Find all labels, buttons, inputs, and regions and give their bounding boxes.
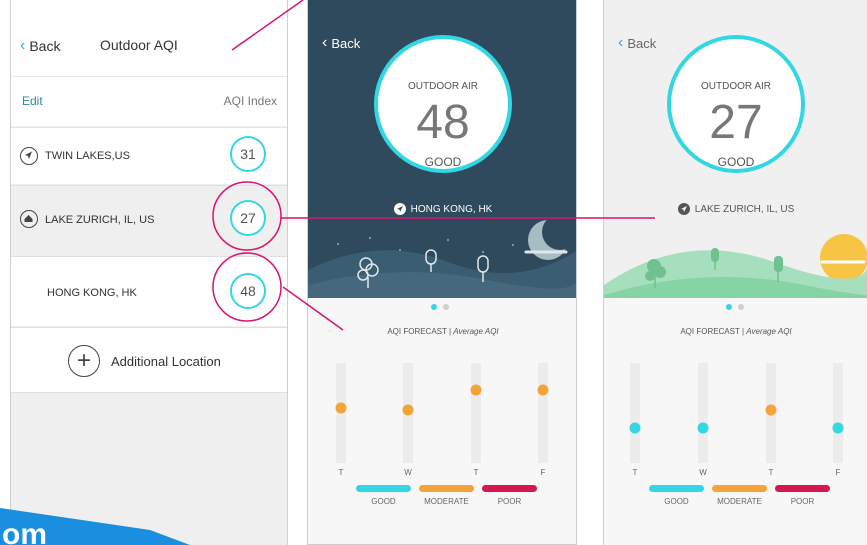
current-location: HONG KONG, HK [308, 203, 576, 215]
chevron-left-icon: ‹ [618, 34, 624, 51]
aqi-dial: OUTDOOR AIR 27 GOOD [667, 35, 805, 173]
legend-swatch [712, 485, 767, 492]
aqi-forecast-chart: T W T F GOOD MODERATE POOR [629, 363, 844, 506]
page-indicator [431, 304, 449, 310]
day-scene: ‹ Back OUTDOOR AIR 27 GOOD LAKE ZURICH, … [604, 0, 867, 298]
navigation-arrow-icon [20, 147, 38, 165]
legend-label: POOR [498, 497, 522, 506]
forecast-heading: AQI FORECAST | Average AQI [308, 327, 576, 336]
forecast-subtitle: Average AQI [746, 327, 792, 336]
forecast-point[interactable] [697, 422, 709, 434]
legend-label: GOOD [664, 497, 689, 506]
forecast-day-label: T [339, 468, 344, 477]
aqi-dial: OUTDOOR AIR 48 GOOD [374, 35, 512, 173]
page-indicator [726, 304, 744, 310]
page-dot[interactable] [443, 304, 449, 310]
current-location: LAKE ZURICH, IL, US [604, 203, 867, 215]
outdoor-air-label: OUTDOOR AIR [700, 81, 771, 92]
legend-label: GOOD [371, 497, 396, 506]
aqi-value: 27 [240, 210, 256, 226]
air-status: GOOD [424, 155, 462, 169]
aqi-circle: 27 [230, 200, 266, 236]
back-button[interactable]: ‹ Back [322, 34, 360, 52]
back-label: Back [331, 35, 361, 51]
aqi-forecast-chart: T W T F GOOD MODERATE POOR [335, 363, 549, 506]
page-title: Outdoor AQI [100, 37, 178, 53]
forecast-subtitle: Average AQI [453, 327, 499, 336]
page-dot[interactable] [738, 304, 744, 310]
add-location-label: Additional Location [111, 354, 221, 369]
aqi-big-value: 48 [416, 96, 470, 149]
aqi-circle: 31 [230, 136, 266, 172]
forecast-day-label: F [541, 468, 546, 477]
legend-swatch [649, 485, 704, 492]
legend-swatch [356, 485, 411, 492]
page-dot-active[interactable] [726, 304, 732, 310]
forecast-day-label: W [699, 468, 707, 477]
air-status: GOOD [717, 155, 755, 169]
forecast-point[interactable] [537, 384, 549, 396]
night-scene: ‹ Back OUTDOOR AIR 48 GOOD HONG KONG, HK [308, 0, 576, 298]
forecast-heading: AQI FORECAST | Average AQI [604, 327, 867, 336]
subheader: Edit AQI Index [11, 76, 287, 126]
forecast-bar-track [538, 363, 548, 463]
back-label: Back [29, 38, 61, 54]
forecast-bar-track [833, 363, 843, 463]
aqi-index-header: AQI Index [223, 94, 277, 108]
forecast-point[interactable] [765, 404, 777, 416]
page-dot-active[interactable] [431, 304, 437, 310]
chevron-left-icon: ‹ [322, 34, 328, 51]
forecast-bar-track [698, 363, 708, 463]
forecast-point[interactable] [402, 404, 414, 416]
aqi-big-value: 27 [709, 96, 763, 149]
forecast-point[interactable] [832, 422, 844, 434]
chevron-left-icon: ‹ [20, 37, 26, 54]
forecast-day-label: F [836, 468, 841, 477]
location-name: TWIN LAKES,US [45, 150, 130, 162]
location-list-screen: ‹ Back Outdoor AQI Edit AQI Index TWIN L… [10, 0, 288, 545]
legend-label: MODERATE [424, 497, 469, 506]
forecast-day-label: T [633, 468, 638, 477]
brand-watermark: om [0, 508, 200, 545]
aqi-value: 48 [240, 283, 256, 299]
aqi-value: 31 [240, 146, 256, 162]
outdoor-air-screen-hong-kong: ‹ Back OUTDOOR AIR 48 GOOD HONG KONG, HK… [307, 0, 577, 545]
legend-swatch [419, 485, 474, 492]
forecast-day-label: W [404, 468, 412, 477]
legend-swatch [775, 485, 830, 492]
forecast-day-label: T [474, 468, 479, 477]
forecast-point[interactable] [470, 384, 482, 396]
navigation-arrow-icon [677, 203, 690, 215]
home-icon [20, 210, 38, 228]
forecast-bar-track [630, 363, 640, 463]
forecast-title: AQI FORECAST [387, 327, 447, 336]
edit-button[interactable]: Edit [22, 94, 43, 108]
location-name: LAKE ZURICH, IL, US [45, 214, 155, 226]
header-bar: ‹ Back Outdoor AQI [11, 0, 287, 76]
location-label: LAKE ZURICH, IL, US [694, 203, 795, 215]
forecast-day-label: T [769, 468, 774, 477]
location-name: HONG KONG, HK [47, 287, 137, 299]
back-label: Back [627, 35, 657, 51]
forecast-point[interactable] [335, 402, 347, 414]
back-button[interactable]: ‹ Back [618, 34, 656, 52]
location-label: HONG KONG, HK [410, 203, 493, 215]
back-button[interactable]: ‹ Back [20, 36, 60, 56]
outdoor-air-label: OUTDOOR AIR [407, 81, 478, 92]
add-location-button[interactable]: + Additional Location [11, 327, 287, 393]
list-item[interactable]: TWIN LAKES,US 31 [11, 127, 287, 184]
plus-circle-icon: + [68, 345, 100, 377]
forecast-title: AQI FORECAST [680, 327, 740, 336]
aqi-circle: 48 [230, 273, 266, 309]
list-item[interactable]: HONG KONG, HK 48 [11, 256, 287, 326]
navigation-arrow-icon [393, 203, 406, 215]
legend-label: MODERATE [717, 497, 762, 506]
forecast-bar-track [471, 363, 481, 463]
legend-label: POOR [791, 497, 815, 506]
legend-swatch [482, 485, 537, 492]
outdoor-air-screen-lake-zurich: ‹ Back OUTDOOR AIR 27 GOOD LAKE ZURICH, … [603, 0, 867, 545]
watermark-text: om [2, 518, 47, 545]
forecast-point[interactable] [629, 422, 641, 434]
list-item[interactable]: LAKE ZURICH, IL, US 27 [11, 185, 287, 255]
